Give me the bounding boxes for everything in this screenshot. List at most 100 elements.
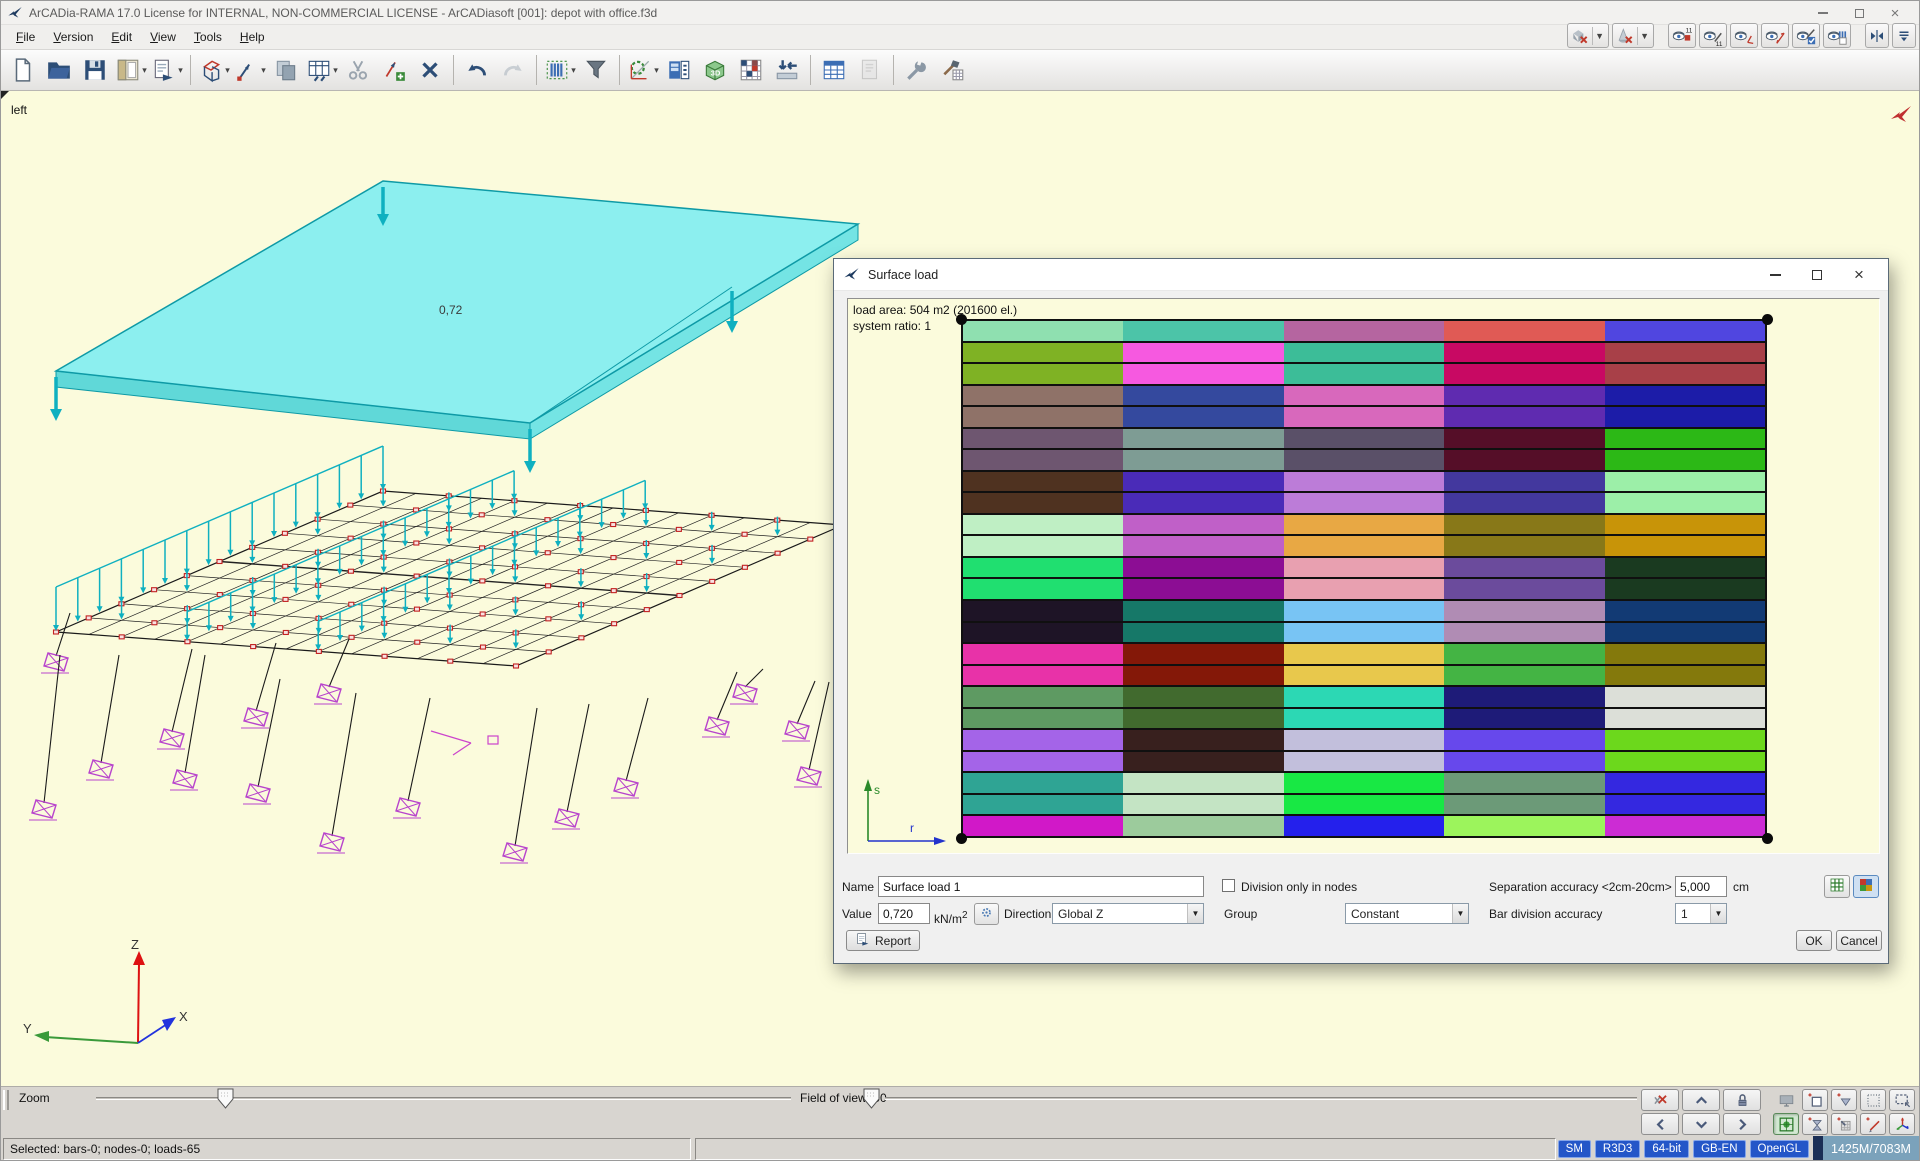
menu-version[interactable]: Version: [44, 27, 102, 47]
load-grid-cell[interactable]: [1444, 709, 1604, 729]
value-input[interactable]: [878, 903, 930, 924]
toolbar-copy-button[interactable]: [268, 52, 304, 88]
load-grid-cell[interactable]: [963, 709, 1123, 729]
group-select[interactable]: Constant ▼: [1345, 903, 1469, 924]
load-grid-cell[interactable]: [1123, 687, 1283, 707]
collapse-panel-button[interactable]: [1892, 23, 1916, 48]
load-grid-cell[interactable]: [1444, 730, 1604, 750]
load-grid-cell[interactable]: [963, 666, 1123, 686]
nav-target-center-button[interactable]: [1773, 1113, 1799, 1135]
load-grid-cell[interactable]: [963, 450, 1123, 470]
zoom-slider-thumb[interactable]: [217, 1088, 235, 1113]
load-grid-cell[interactable]: [963, 515, 1123, 535]
load-grid-cell[interactable]: [1605, 515, 1765, 535]
load-grid-cell[interactable]: [963, 472, 1123, 492]
load-grid-cell[interactable]: [1123, 601, 1283, 621]
load-grid-cell[interactable]: [1284, 730, 1444, 750]
load-grid-cell[interactable]: [1284, 709, 1444, 729]
load-grid-cell[interactable]: [1284, 429, 1444, 449]
value-calculator-button[interactable]: [974, 903, 999, 925]
load-grid-cell[interactable]: [1284, 666, 1444, 686]
toolbar-gear-structure-button[interactable]: ▾: [625, 52, 661, 88]
load-grid-cell[interactable]: [963, 601, 1123, 621]
eye-bar-check-button[interactable]: [1792, 23, 1820, 48]
load-grid-cell[interactable]: [963, 579, 1123, 599]
load-grid-cell[interactable]: [963, 816, 1123, 836]
load-grid-cell[interactable]: [1605, 343, 1765, 363]
nav-dots-grid-button[interactable]: [1860, 1089, 1886, 1111]
load-grid-cell[interactable]: [1444, 472, 1604, 492]
eye-bar-numbers-button[interactable]: 11: [1699, 23, 1727, 48]
load-grid-cell[interactable]: [1605, 386, 1765, 406]
load-grid-cell[interactable]: [1444, 623, 1604, 643]
load-grid-cell[interactable]: [1123, 450, 1283, 470]
nav-chevron-up-button[interactable]: [1682, 1089, 1720, 1111]
name-input[interactable]: [878, 876, 1204, 897]
load-grid-cell[interactable]: [1444, 321, 1604, 341]
nav-add-square-button[interactable]: [1802, 1089, 1828, 1111]
load-grid-cell[interactable]: [1123, 515, 1283, 535]
load-grid-cell[interactable]: [1605, 687, 1765, 707]
load-grid-cell[interactable]: [1123, 579, 1283, 599]
load-grid-cell[interactable]: [1284, 687, 1444, 707]
load-grid-cell[interactable]: [1123, 666, 1283, 686]
load-grid-cell[interactable]: [963, 386, 1123, 406]
load-grid-cell[interactable]: [1284, 343, 1444, 363]
load-grid-cell[interactable]: [1123, 752, 1283, 772]
load-grid-cell[interactable]: [1444, 364, 1604, 384]
load-grid-cell[interactable]: [1444, 343, 1604, 363]
load-grid-cell[interactable]: [1123, 773, 1283, 793]
load-grid-cell[interactable]: [1123, 429, 1283, 449]
load-grid-cell[interactable]: [1284, 536, 1444, 556]
nav-add-hourglass-button[interactable]: [1802, 1113, 1828, 1135]
nav-chevron-right-button[interactable]: [1723, 1113, 1761, 1135]
status-badge-opengl[interactable]: OpenGL: [1750, 1140, 1809, 1158]
load-grid-cell[interactable]: [1605, 472, 1765, 492]
load-grid-cell[interactable]: [1123, 386, 1283, 406]
load-grid-cell[interactable]: [963, 429, 1123, 449]
load-grid-cell[interactable]: [1123, 730, 1283, 750]
menu-edit[interactable]: Edit: [102, 27, 141, 47]
status-badge-64-bit[interactable]: 64-bit: [1644, 1140, 1689, 1158]
load-grid-cell[interactable]: [1444, 407, 1604, 427]
direction-select[interactable]: Global Z ▼: [1052, 903, 1204, 924]
load-grid-cell[interactable]: [1284, 816, 1444, 836]
load-grid-cell[interactable]: [963, 644, 1123, 664]
toolbar-filter-funnel-button[interactable]: [578, 52, 614, 88]
separation-accuracy-input[interactable]: [1675, 876, 1727, 897]
toolbar-doc-grey-button[interactable]: [852, 52, 888, 88]
load-grid-cell[interactable]: [1605, 601, 1765, 621]
load-grid-cell[interactable]: [1123, 536, 1283, 556]
toolbar-new-document-button[interactable]: [5, 52, 41, 88]
load-area-preview[interactable]: load area: 504 m2 (201600 el.) system ra…: [847, 298, 1880, 854]
fov-slider-track[interactable]: [885, 1097, 1637, 1100]
nav-nav-delete-button[interactable]: [1641, 1089, 1679, 1111]
load-grid-cell[interactable]: [1284, 493, 1444, 513]
toolbar-frame-3d-button[interactable]: ▾: [196, 52, 232, 88]
ok-button[interactable]: OK: [1796, 930, 1832, 951]
load-grid-cell[interactable]: [1444, 666, 1604, 686]
load-grid-cell[interactable]: [1123, 623, 1283, 643]
load-grid-cell[interactable]: [1444, 386, 1604, 406]
load-grid-cell[interactable]: [1123, 493, 1283, 513]
load-grid-cell[interactable]: [1605, 623, 1765, 643]
minimize-button[interactable]: [1805, 1, 1841, 25]
load-grid-cell[interactable]: [1605, 321, 1765, 341]
load-grid-cell[interactable]: [1284, 623, 1444, 643]
load-grid-cell[interactable]: [1284, 644, 1444, 664]
toolbar-redo-button[interactable]: [495, 52, 531, 88]
nav-add-grid-select-button[interactable]: [1831, 1113, 1857, 1135]
toolbar-view-3d-button[interactable]: 3D: [697, 52, 733, 88]
eye-local-axes-button[interactable]: [1730, 23, 1758, 48]
load-grid-cell[interactable]: [1123, 558, 1283, 578]
toolbar-report-wizard-button[interactable]: ▾: [149, 52, 185, 88]
load-grid-cell[interactable]: [963, 687, 1123, 707]
toolbar-wrench-button[interactable]: [899, 52, 935, 88]
grid-handle-top-right[interactable]: [1762, 314, 1773, 325]
load-grid-cell[interactable]: [1284, 601, 1444, 621]
load-grid-cell[interactable]: [1284, 579, 1444, 599]
load-grid-cell[interactable]: [1605, 429, 1765, 449]
load-grid-cell[interactable]: [1123, 795, 1283, 815]
mirror-view-button[interactable]: [1865, 23, 1889, 48]
load-grid-cell[interactable]: [1123, 343, 1283, 363]
